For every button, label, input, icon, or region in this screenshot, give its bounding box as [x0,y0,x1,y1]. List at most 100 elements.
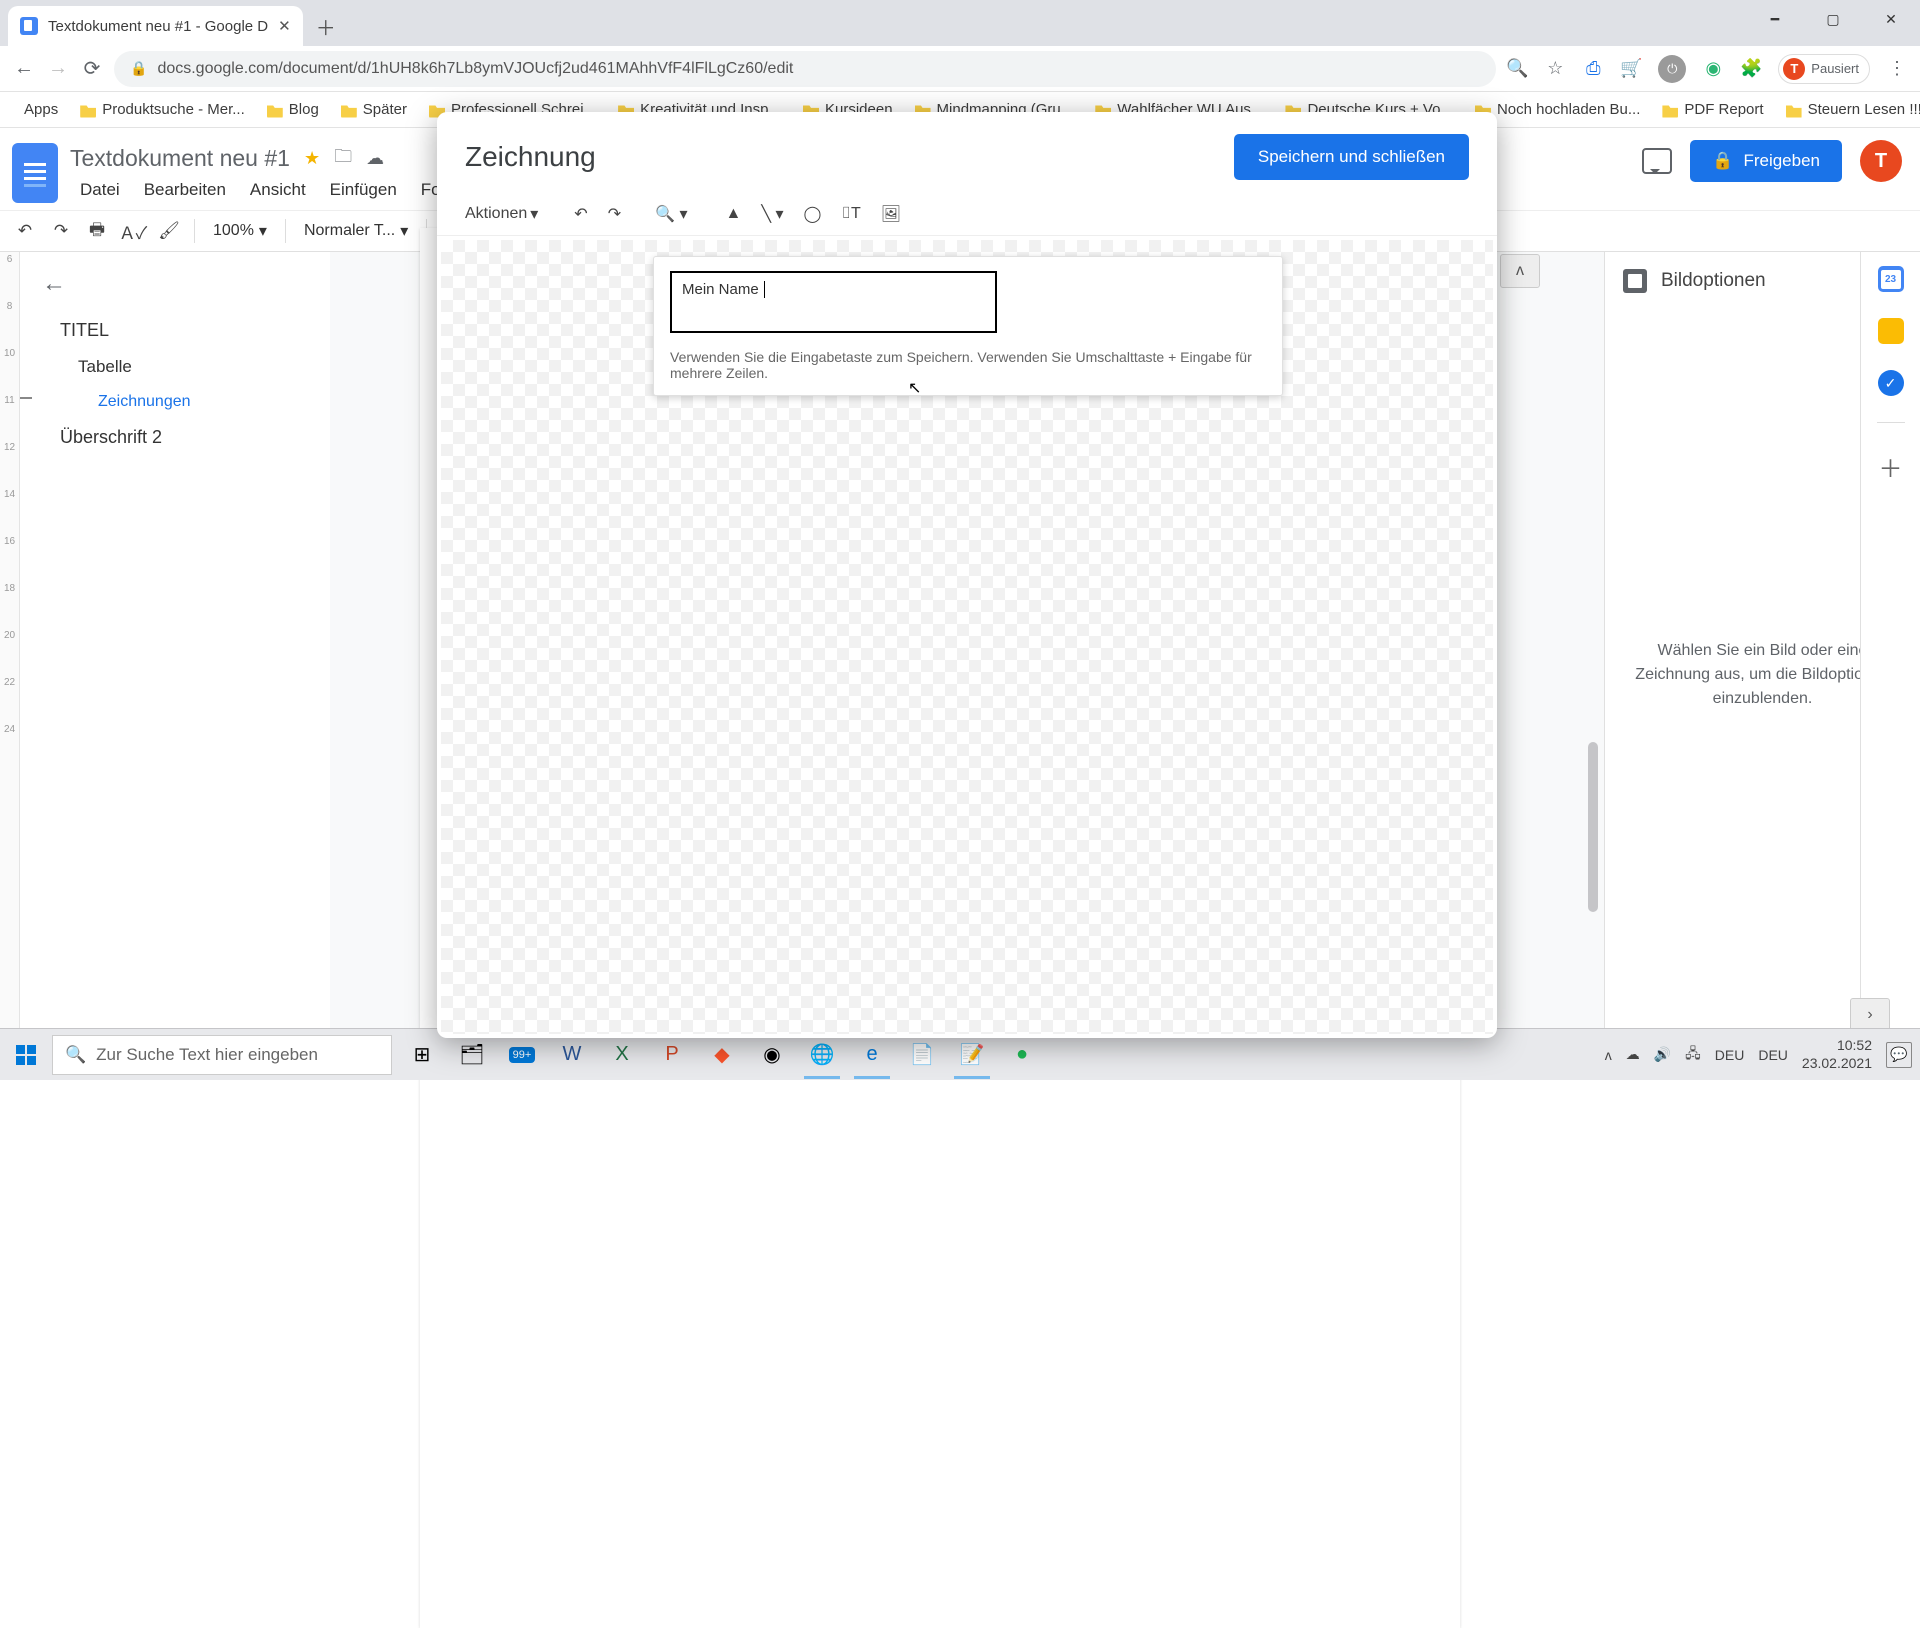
notifications-icon[interactable]: 💬 [1886,1042,1912,1068]
extensions-puzzle-icon[interactable]: 🧩 [1740,58,1762,80]
print-button[interactable]: 🖶 [82,216,112,246]
menu-bearbeiten[interactable]: Bearbeiten [134,177,236,203]
bookmark-star-icon[interactable]: ☆ [1544,58,1566,80]
bookmark-item[interactable]: Produktsuche - Mer... [72,98,253,121]
sidebar-title: Bildoptionen [1661,270,1871,292]
zoom-dropdown[interactable]: 🔍 ▾ [647,199,695,229]
redo-button[interactable]: ↷ [46,216,76,246]
language-indicator[interactable]: DEU [1715,1047,1745,1063]
cart-extension-icon[interactable]: 🛒 [1620,58,1642,80]
bookmark-item[interactable]: Steuern Lesen !!!! [1778,98,1920,121]
tasks-icon[interactable] [1878,370,1904,396]
outline-back-icon[interactable]: ← [42,270,308,298]
spellcheck-button[interactable]: Ａ✓ [118,216,148,246]
textbox-input[interactable]: Mein Name [670,271,997,333]
reader-icon[interactable]: ⎙ [1582,58,1604,80]
select-tool[interactable]: ▲ [718,200,750,228]
zoom-icon[interactable]: 🔍 [1506,58,1528,80]
tab-title: Textdokument neu #1 - Google D [48,18,268,35]
task-view-icon[interactable]: ⊞ [398,1031,446,1079]
menu-datei[interactable]: Datei [70,177,130,203]
taskbar-search[interactable]: 🔍 Zur Suche Text hier eingeben [52,1035,392,1075]
save-and-close-button[interactable]: Speichern und schließen [1234,134,1469,180]
redo-button[interactable]: ↷ [600,199,629,229]
folder-icon [1786,102,1802,118]
urlbar-row: ← → ⟳ 🔒 docs.google.com/document/d/1hUH8… [0,46,1920,92]
folder-icon [341,102,357,118]
folder-icon [1662,102,1678,118]
outline-item[interactable]: Überschrift 2 [42,419,308,456]
extension-round-icon[interactable]: ⏻ [1658,55,1686,83]
cloud-status-icon[interactable]: ☁ [366,148,384,169]
image-icon [1623,269,1647,293]
document-outline: ← TITEL Tabelle Zeichnungen Überschrift … [20,252,330,1040]
reload-button[interactable]: ⟳ [80,57,104,81]
clock[interactable]: 10:52 23.02.2021 [1802,1037,1872,1072]
zoom-dropdown[interactable]: 100%▾ [205,221,275,241]
keep-icon[interactable] [1878,318,1904,344]
star-icon[interactable]: ★ [304,148,320,169]
search-icon: 🔍 [65,1045,86,1065]
forward-button[interactable]: → [46,57,70,81]
profile-status: Pausiert [1811,61,1859,76]
menu-ansicht[interactable]: Ansicht [240,177,316,203]
scroll-up-button[interactable]: ʌ [1500,254,1540,288]
network-icon[interactable]: 🖧 [1685,1043,1701,1067]
volume-icon[interactable]: 🔊 [1654,1046,1671,1063]
outline-item-active[interactable]: Zeichnungen [42,385,308,419]
separator [1877,422,1905,423]
line-tool[interactable]: ╲ ▾ [753,199,791,229]
comments-icon[interactable] [1642,148,1672,174]
folder-icon [267,102,283,118]
textbox-input-popup: Mein Name Verwenden Sie die Eingabetaste… [653,256,1283,396]
undo-button[interactable]: ↶ [566,199,595,229]
tray-chevron-icon[interactable]: ʌ [1605,1047,1612,1063]
bookmark-item[interactable]: Später [333,98,415,121]
move-folder-icon[interactable]: 🗀 [334,144,352,174]
maximize-button[interactable]: ▢ [1804,0,1862,38]
browser-tab[interactable]: Textdokument neu #1 - Google D ✕ [8,6,303,46]
vertical-ruler: 68101112141618202224 [0,252,20,1040]
keyboard-layout[interactable]: DEU [1758,1047,1788,1063]
menubar: Datei Bearbeiten Ansicht Einfügen Format [70,177,485,203]
drawing-canvas[interactable]: Mein Name Verwenden Sie die Eingabetaste… [441,240,1493,1034]
explore-button[interactable]: › [1850,998,1890,1032]
bookmark-item[interactable]: Blog [259,98,327,121]
grammar-extension-icon[interactable]: ◉ [1702,58,1724,80]
add-addon-icon[interactable]: ＋ [1879,449,1903,484]
google-side-panel: ＋ [1860,252,1920,1040]
user-avatar[interactable]: T [1860,140,1902,182]
scrollbar-thumb[interactable] [1588,742,1598,912]
actions-dropdown[interactable]: Aktionen ▾ [457,199,546,229]
undo-button[interactable]: ↶ [10,216,40,246]
url-field[interactable]: 🔒 docs.google.com/document/d/1hUH8k6h7Lb… [114,51,1496,87]
bookmark-item[interactable]: PDF Report [1654,98,1771,121]
new-tab-button[interactable]: ＋ [309,9,343,43]
style-dropdown[interactable]: Normaler T...▾ [296,221,416,241]
shape-tool[interactable]: ◯ [795,199,829,229]
search-placeholder: Zur Suche Text hier eingeben [96,1045,318,1065]
window-controls: ━ ▢ ✕ [1746,0,1920,38]
document-title[interactable]: Textdokument neu #1 [70,145,290,172]
profile-chip[interactable]: T Pausiert [1778,54,1870,84]
docs-logo-icon[interactable] [12,143,58,203]
close-window-button[interactable]: ✕ [1862,0,1920,38]
minimize-button[interactable]: ━ [1746,0,1804,38]
chrome-menu-icon[interactable]: ⋮ [1886,58,1908,80]
calendar-icon[interactable] [1878,266,1904,292]
outline-item[interactable]: TITEL [42,312,308,349]
back-button[interactable]: ← [12,57,36,81]
start-button[interactable] [0,1029,52,1081]
menu-einfuegen[interactable]: Einfügen [320,177,407,203]
outline-item[interactable]: Tabelle [42,349,308,385]
apps-grid-icon[interactable] [12,100,14,120]
lock-icon: 🔒 [1712,151,1733,171]
paint-format-button[interactable]: 🖌 [154,216,184,246]
folder-icon [80,102,96,118]
onedrive-icon[interactable]: ☁ [1626,1046,1640,1063]
apps-label[interactable]: Apps [24,101,58,118]
share-button[interactable]: 🔒 Freigeben [1690,140,1842,182]
textbox-tool[interactable]: ⌷T [833,200,868,228]
image-tool[interactable]: 🖼 [873,199,909,229]
tab-close-icon[interactable]: ✕ [278,17,291,35]
